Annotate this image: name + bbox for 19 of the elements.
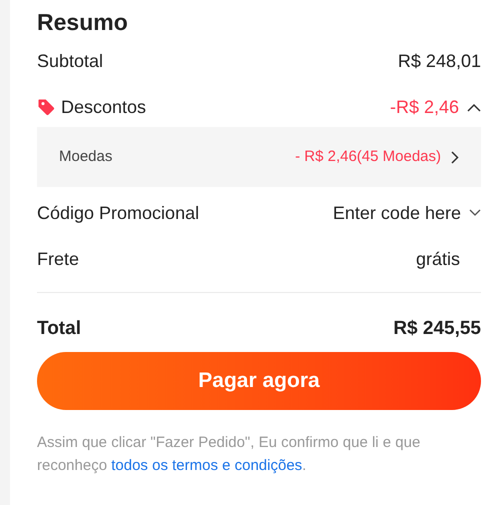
promo-code-dropdown[interactable]: Enter code here [332, 200, 481, 226]
discount-label: Moedas [59, 146, 112, 167]
row-label: Descontos [61, 96, 146, 118]
pay-now-button[interactable]: Pagar agora [37, 352, 481, 410]
discount-value: -R$ 2,46 [390, 96, 459, 118]
row-label: Subtotal [37, 50, 104, 72]
discount-value: - R$ 2,46(45 Moedas) [295, 146, 441, 167]
chevron-down-icon [469, 209, 481, 217]
row-value: R$ 248,01 [398, 50, 481, 72]
tag-icon [37, 98, 55, 116]
terms-link[interactable]: todos os termos e condições [111, 457, 302, 474]
row-label: Frete [37, 248, 80, 270]
summary-title: Resumo [37, 8, 129, 37]
total-value: R$ 245,55 [393, 316, 481, 341]
legal-notice: Assim que clicar "Fazer Pedido", Eu confirmo que li e que reconheço todos os termos e condições. [37, 433, 422, 476]
chevron-right-icon[interactable] [451, 150, 459, 164]
total-label: Total [37, 316, 81, 341]
row-label: Código Promocional [37, 202, 200, 225]
row-value: grátis [416, 248, 460, 271]
